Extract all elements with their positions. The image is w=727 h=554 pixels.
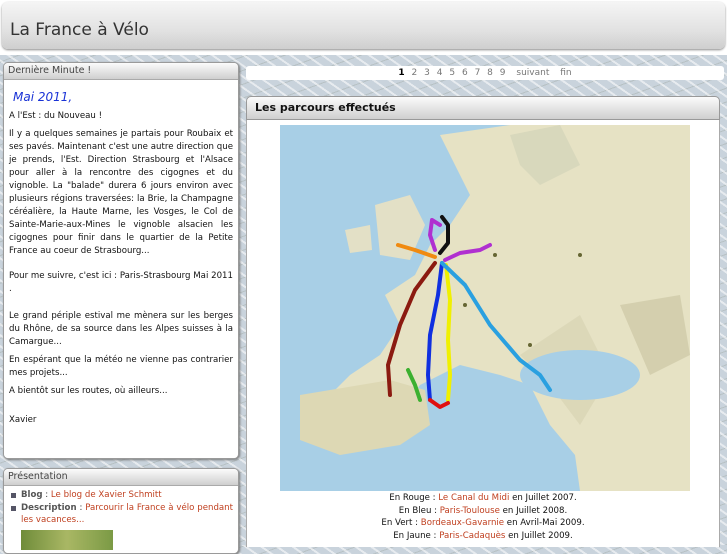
list-item: Description : Parcourir la France à vélo…	[9, 502, 233, 527]
legend-prefix: En Rouge :	[389, 493, 439, 503]
legend-suffix: en Juillet 2009.	[505, 530, 573, 541]
legend-row: En Bleu : Paris-Toulouse en Juillet 2008…	[247, 505, 719, 518]
legend-prefix: En Bleu :	[398, 505, 440, 516]
presentation-list: Blog : Le blog de Xavier Schmitt Descrip…	[9, 489, 233, 527]
news-paragraph: Il y a quelques semaines je partais pour…	[9, 129, 233, 256]
legend-suffix: en Avril-Mai 2009.	[504, 518, 585, 528]
next-link[interactable]: suivant	[516, 68, 549, 78]
main-body: En Rouge : Le Canal du Midi en Juillet 2…	[246, 120, 720, 547]
route-link[interactable]: Bordeaux-Gavarnie	[421, 518, 504, 528]
page-link[interactable]: 3	[424, 68, 430, 78]
news-date: Mai 2011,	[13, 90, 73, 104]
news-box: Dernière Minute ! Mai 2011, A l'Est : du…	[3, 62, 239, 459]
news-paragraph: Le grand périple estival me mènera sur l…	[9, 311, 233, 347]
profile-photo[interactable]	[21, 529, 113, 550]
page-link[interactable]: 1	[398, 68, 404, 78]
page-link[interactable]: 7	[475, 68, 481, 78]
item-label: Description	[21, 502, 77, 513]
news-title: Dernière Minute !	[4, 63, 238, 80]
page-link[interactable]: 4	[437, 68, 443, 78]
last-link[interactable]: fin	[560, 68, 571, 78]
legend-prefix: En Jaune :	[393, 530, 440, 541]
page-link[interactable]: 2	[412, 68, 418, 78]
presentation-panel: Présentation Blog : Le blog de Xavier Sc…	[3, 468, 239, 554]
presentation-box: Présentation Blog : Le blog de Xavier Sc…	[3, 468, 239, 554]
site-title[interactable]: La France à Vélo	[10, 20, 149, 40]
europe-map-image[interactable]	[280, 125, 690, 491]
item-separator: :	[42, 490, 51, 500]
item-separator: :	[76, 502, 86, 513]
legend-prefix: En Vert :	[381, 518, 421, 528]
route-link[interactable]: Paris-Cadaquès	[439, 531, 505, 541]
route-link[interactable]: Paris-Toulouse	[440, 506, 500, 516]
main-title: Les parcours effectués	[246, 96, 720, 120]
news-body: Mai 2011, A l'Est : du Nouveau ! Il y a …	[4, 80, 238, 458]
pagination: 1 2 3 4 5 6 7 8 9 suivant fin	[246, 66, 724, 80]
presentation-body: Blog : Le blog de Xavier Schmitt Descrip…	[4, 486, 238, 553]
route-link[interactable]: Le Canal du Midi	[438, 493, 509, 503]
news-signature: Xavier	[9, 415, 37, 425]
page-link[interactable]: 5	[449, 68, 455, 78]
legend-suffix: en Juillet 2007.	[509, 493, 577, 503]
presentation-title: Présentation	[4, 469, 238, 486]
header-bar: La France à Vélo	[2, 2, 725, 49]
page-link[interactable]: 8	[487, 68, 493, 78]
news-paragraph: En espérant que la météo ne vienne pas c…	[9, 355, 233, 378]
list-item: Blog : Le blog de Xavier Schmitt	[9, 489, 233, 502]
main-panel: Les parcours effectués En Rouge: Le Can…	[246, 96, 720, 547]
item-label: Blog	[21, 490, 43, 500]
news-panel: Dernière Minute ! Mai 2011, A l'Est : du…	[3, 62, 239, 459]
blog-link[interactable]: Le blog de Xavier Schmitt	[51, 490, 162, 500]
legend-suffix: en Juillet 2008.	[499, 505, 568, 516]
news-paragraph: A bientôt sur les routes, où ailleurs...	[9, 386, 168, 396]
news-paragraph: A l'Est : du Nouveau !	[9, 111, 103, 121]
routes-legend: En Rouge : Le Canal du Midi en Juillet 2…	[247, 492, 719, 542]
legend-row: En Jaune : Paris-Cadaquès en Juillet 200…	[247, 530, 719, 543]
legend-row: En Rouge : Le Canal du Midi en Juillet 2…	[247, 492, 719, 505]
legend-row: En Vert : Bordeaux-Gavarnie en Avril-Mai…	[247, 517, 719, 530]
page-link[interactable]: 6	[462, 68, 468, 78]
news-paragraph[interactable]: Pour me suivre, c'est ici : Paris-Strasb…	[9, 270, 233, 296]
page-link[interactable]: 9	[500, 68, 506, 78]
header: La France à Vélo	[0, 0, 727, 55]
